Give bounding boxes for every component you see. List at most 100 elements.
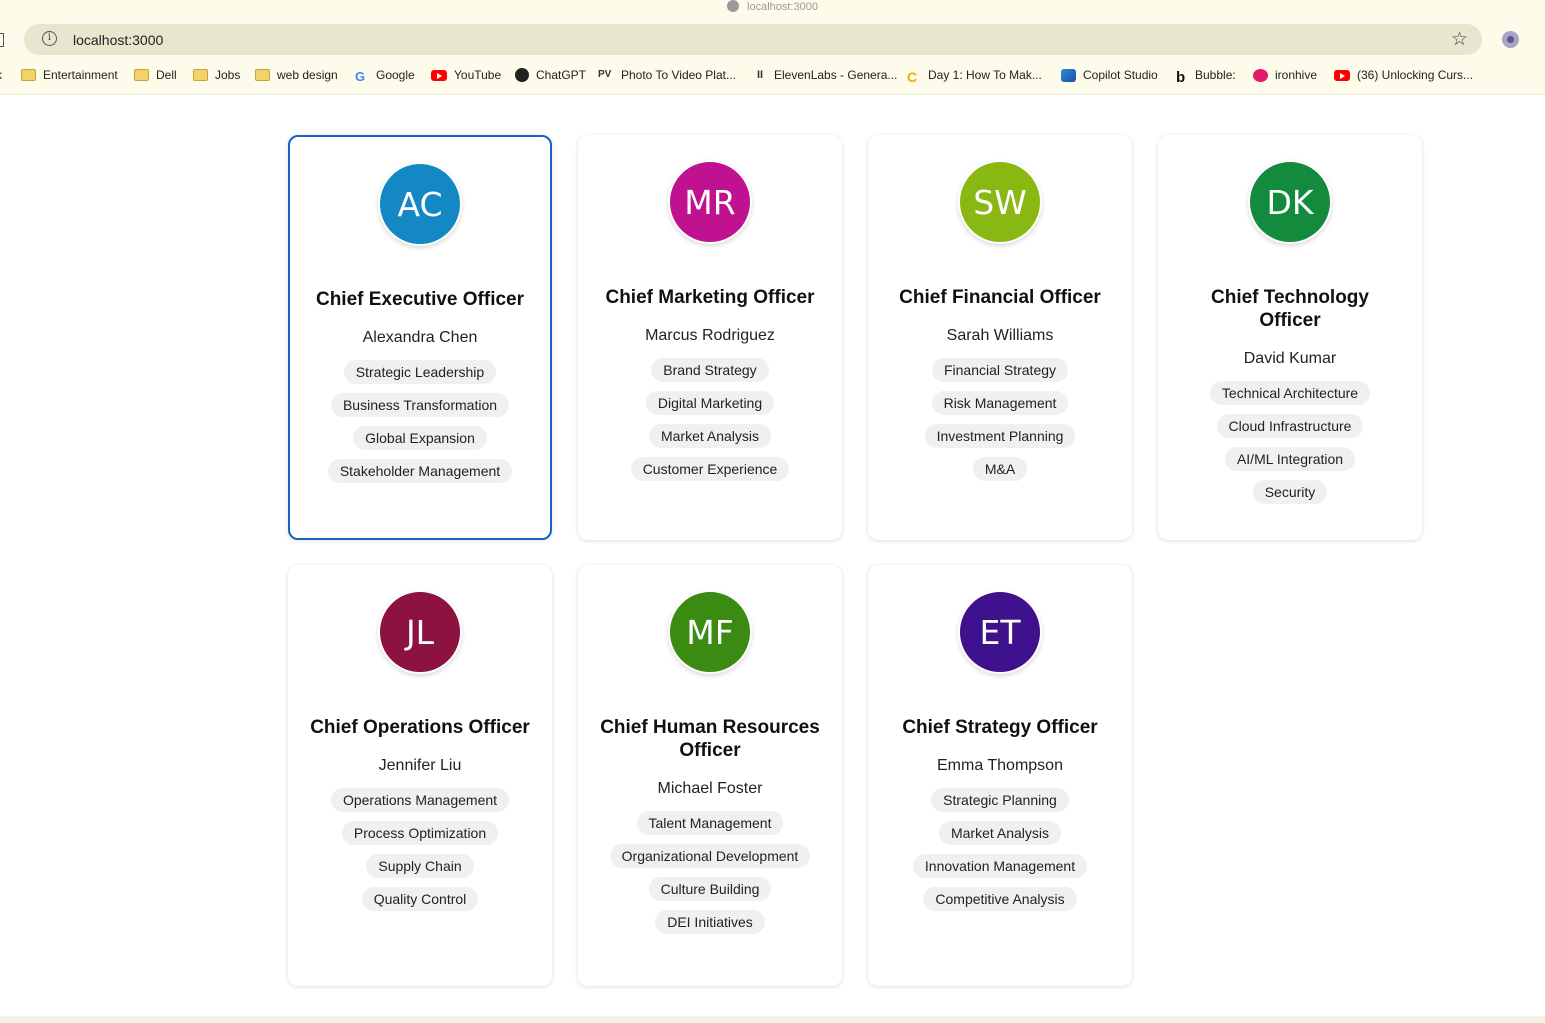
skill-tag: Technical Architecture [1209, 381, 1371, 405]
skill-tag: Brand Strategy [651, 358, 769, 382]
person-name: Marcus Rodriguez [645, 327, 775, 344]
tab-title[interactable]: localhost:3000 [0, 0, 1545, 13]
ironhive-icon [1253, 68, 1268, 82]
skill-list: Operations Management Process Optimizati… [288, 788, 552, 911]
bookmark-label: Day 1: How To Mak... [928, 68, 1042, 82]
url-text[interactable]: localhost:3000 [73, 32, 163, 48]
skill-tag: Stakeholder Management [327, 459, 513, 483]
bookmark-label: (36) Unlocking Curs... [1357, 68, 1474, 82]
bookmark-entertainment[interactable]: Entertainment [21, 68, 118, 82]
google-icon: G [355, 69, 366, 84]
role-title: Chief Marketing Officer [605, 287, 815, 308]
bookmark-label: Jobs [215, 68, 241, 82]
bookmark-web-design[interactable]: web design [255, 68, 338, 82]
bookmark-google[interactable]: G Google [355, 68, 415, 84]
executive-card-cfo[interactable]: SW Chief Financial Officer Sarah William… [868, 135, 1132, 540]
folder-icon [255, 69, 270, 81]
role-title: Chief Financial Officer [899, 287, 1101, 308]
bookmark-copilot-studio[interactable]: Copilot Studio [1061, 68, 1158, 82]
bookmark-elevenlabs[interactable]: II ElevenLabs - Genera... [757, 68, 897, 82]
avatar: DK [1248, 160, 1332, 244]
chatgpt-icon [515, 68, 529, 82]
skill-tag: Customer Experience [630, 457, 790, 481]
executive-card-coo[interactable]: JL Chief Operations Officer Jennifer Liu… [288, 565, 552, 986]
role-title: Chief Executive Officer [315, 289, 525, 310]
skill-tag: Financial Strategy [931, 358, 1069, 382]
site-info-icon[interactable]: i [42, 31, 57, 46]
youtube-icon [431, 69, 447, 81]
bookmark-partial[interactable]: k [0, 68, 2, 82]
bookmark-day1[interactable]: C Day 1: How To Mak... [907, 68, 1042, 85]
folder-icon [21, 69, 36, 81]
avatar: MF [668, 590, 752, 674]
skill-tag: Digital Marketing [645, 391, 775, 415]
bookmark-youtube[interactable]: YouTube [431, 68, 501, 82]
person-name: Alexandra Chen [362, 329, 478, 346]
bookmark-label: ironhive [1275, 68, 1318, 82]
bookmark-label: Entertainment [43, 68, 118, 82]
skill-tag: Business Transformation [330, 393, 510, 417]
bookmark-star-icon[interactable]: ☆ [1451, 28, 1468, 51]
bookmark-label: YouTube [454, 68, 502, 82]
skill-tag: M&A [972, 457, 1028, 481]
bookmark-label: web design [277, 68, 338, 82]
copilot-icon [1061, 68, 1076, 82]
skill-tag: Investment Planning [924, 424, 1076, 448]
avatar: AC [378, 162, 462, 246]
person-name: Michael Foster [657, 780, 763, 797]
elevenlabs-icon: II [757, 69, 764, 81]
back-edge-icon[interactable] [0, 33, 4, 47]
role-title: Chief Strategy Officer [902, 717, 1098, 738]
bookmarks-bar: k Entertainment Dell Jobs web design G Go… [0, 66, 1545, 86]
avatar: MR [668, 160, 752, 244]
skill-tag: Culture Building [648, 877, 772, 901]
role-title: Chief Technology Officer [1211, 287, 1369, 331]
person-name: David Kumar [1243, 350, 1337, 367]
skill-tag: Quality Control [361, 887, 479, 911]
skill-tag: Cloud Infrastructure [1216, 414, 1364, 438]
photo-video-icon: PV [598, 69, 612, 80]
avatar: SW [958, 160, 1042, 244]
bookmark-photo-to-video[interactable]: PV Photo To Video Plat... [598, 68, 736, 82]
day-icon: C [907, 69, 918, 85]
skill-tag: Supply Chain [366, 854, 474, 878]
person-name: Sarah Williams [946, 327, 1054, 344]
executive-card-cto[interactable]: DK Chief Technology Officer David Kumar … [1158, 135, 1422, 540]
bookmark-chatgpt[interactable]: ChatGPT [515, 68, 586, 82]
bookmark-label: Bubble: [1195, 68, 1236, 82]
role-title: Chief Human Resources Officer [600, 717, 820, 761]
executive-card-chro[interactable]: MF Chief Human Resources Officer Michael… [578, 565, 842, 986]
bookmark-jobs[interactable]: Jobs [193, 68, 240, 82]
person-name: Jennifer Liu [378, 757, 462, 774]
avatar: ET [958, 590, 1042, 674]
bubble-icon: b [1176, 69, 1186, 86]
bookmark-ironhive[interactable]: ironhive [1253, 68, 1317, 82]
folder-icon [134, 69, 149, 81]
skill-tag: Security [1252, 480, 1328, 504]
avatar: JL [378, 590, 462, 674]
address-bar[interactable]: i localhost:3000 ☆ [24, 24, 1482, 55]
executive-card-cmo[interactable]: MR Chief Marketing Officer Marcus Rodrig… [578, 135, 842, 540]
bookmark-label: ChatGPT [536, 68, 587, 82]
bookmark-label: Dell [156, 68, 177, 82]
folder-icon [193, 69, 208, 81]
skill-tag: Talent Management [636, 811, 784, 835]
bookmark-bubble[interactable]: b Bubble: [1176, 68, 1236, 86]
skill-tag: Market Analysis [938, 821, 1062, 845]
skill-tag: Global Expansion [353, 426, 487, 450]
profile-icon[interactable] [1502, 31, 1519, 48]
executive-card-ceo[interactable]: AC Chief Executive Officer Alexandra Che… [288, 135, 552, 540]
skill-list: Technical Architecture Cloud Infrastruct… [1158, 381, 1422, 504]
skill-tag: Risk Management [931, 391, 1069, 415]
role-title: Chief Operations Officer [310, 717, 530, 738]
skill-tag: DEI Initiatives [655, 910, 765, 934]
executive-card-cso[interactable]: ET Chief Strategy Officer Emma Thompson … [868, 565, 1132, 986]
bookmark-unlocking-cursor[interactable]: (36) Unlocking Curs... [1334, 68, 1473, 82]
skill-tag: Organizational Development [609, 844, 811, 868]
bookmark-dell[interactable]: Dell [134, 68, 177, 82]
skill-list: Financial Strategy Risk Management Inves… [868, 358, 1132, 481]
bookmark-label: Google [376, 68, 415, 82]
skill-tag: Innovation Management [912, 854, 1088, 878]
youtube-icon [1334, 69, 1350, 81]
bookmark-label: ElevenLabs - Genera... [774, 68, 898, 82]
